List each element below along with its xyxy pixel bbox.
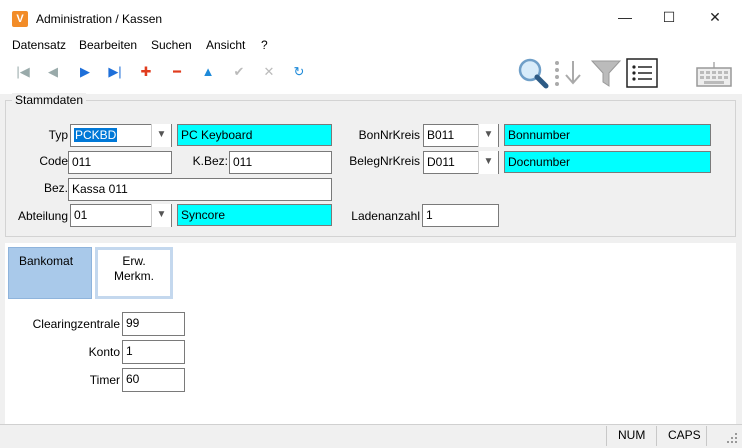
bez-label: Bez. (43, 181, 68, 195)
typ-description: PC Keyboard (177, 124, 332, 146)
menu-help[interactable]: ? (261, 38, 268, 52)
menu-bearbeiten[interactable]: Bearbeiten (79, 38, 137, 52)
stammdaten-title: Stammdaten (12, 93, 87, 107)
tab-bankomat[interactable]: Bankomat (8, 247, 92, 299)
cancel-icon[interactable]: ✕ (260, 60, 278, 84)
menu-datensatz[interactable]: Datensatz (12, 38, 66, 52)
kbez-input[interactable]: 011 (229, 151, 332, 174)
belegnrkreis-chevron-down-icon[interactable]: ▼ (478, 151, 498, 174)
timer-label: Timer (89, 373, 120, 387)
kbez-label: K.Bez: (192, 154, 228, 168)
code-input[interactable]: 011 (68, 151, 172, 174)
abteilung-description: Syncore (177, 204, 332, 226)
status-separator (706, 426, 707, 446)
status-separator (606, 426, 607, 446)
list-view-icon[interactable] (626, 58, 658, 88)
next-record-icon[interactable]: ▶ (76, 60, 94, 84)
tab-erw-merkm[interactable]: Erw. Merkm. (95, 247, 173, 299)
clearingzentrale-label: Clearingzentrale (32, 317, 120, 331)
menu-ansicht[interactable]: Ansicht (206, 38, 245, 52)
num-indicator: NUM (618, 428, 646, 442)
bonnrkreis-chevron-down-icon[interactable]: ▼ (478, 124, 498, 147)
clearingzentrale-input[interactable]: 99 (122, 312, 185, 336)
first-record-icon[interactable]: |◀ (14, 60, 32, 84)
window-title: Administration / Kassen (36, 12, 163, 26)
refresh-icon[interactable]: ↻ (290, 60, 308, 84)
konto-label: Konto (88, 345, 120, 359)
previous-record-icon[interactable]: ◀ (44, 60, 62, 84)
typ-value: PCKBD (74, 128, 118, 142)
ladenanzahl-label: Ladenanzahl (351, 209, 420, 223)
code-label: Code (39, 154, 68, 168)
status-separator (656, 426, 657, 446)
ladenanzahl-input[interactable]: 1 (422, 204, 499, 227)
move-up-icon[interactable]: ▲ (199, 60, 217, 84)
keyboard-icon[interactable] (696, 60, 732, 88)
abteilung-label: Abteilung (17, 209, 68, 223)
app-icon: V (12, 11, 28, 27)
bez-input[interactable]: Kassa 011 (68, 178, 332, 201)
timer-input[interactable]: 60 (122, 368, 185, 392)
typ-label: Typ (48, 128, 68, 142)
konto-input[interactable]: 1 (122, 340, 185, 364)
caps-indicator: CAPS (668, 428, 701, 442)
add-record-icon[interactable]: ✚ (137, 60, 155, 84)
bonnrkreis-description: Bonnumber (504, 124, 711, 146)
tab-merkm-label: Merkm. (114, 269, 154, 283)
resize-grip-icon[interactable] (726, 432, 738, 444)
filter-icon[interactable] (590, 58, 622, 88)
maximize-button[interactable]: ☐ (646, 0, 692, 34)
tab-erw-label: Erw. (122, 254, 146, 268)
confirm-icon[interactable]: ✔ (230, 60, 248, 84)
bonnrkreis-label: BonNrKreis (358, 128, 420, 142)
abteilung-chevron-down-icon[interactable]: ▼ (151, 204, 171, 227)
sort-icon[interactable] (553, 58, 587, 88)
menu-suchen[interactable]: Suchen (151, 38, 192, 52)
search-icon[interactable] (516, 56, 550, 90)
minimize-button[interactable]: — (602, 0, 648, 34)
close-button[interactable]: ✕ (692, 0, 738, 34)
last-record-icon[interactable]: ▶| (106, 60, 124, 84)
belegnrkreis-description: Docnumber (504, 151, 711, 173)
belegnrkreis-label: BelegNrKreis (349, 154, 420, 168)
delete-record-icon[interactable]: ━ (168, 60, 186, 84)
typ-chevron-down-icon[interactable]: ▼ (151, 124, 171, 147)
